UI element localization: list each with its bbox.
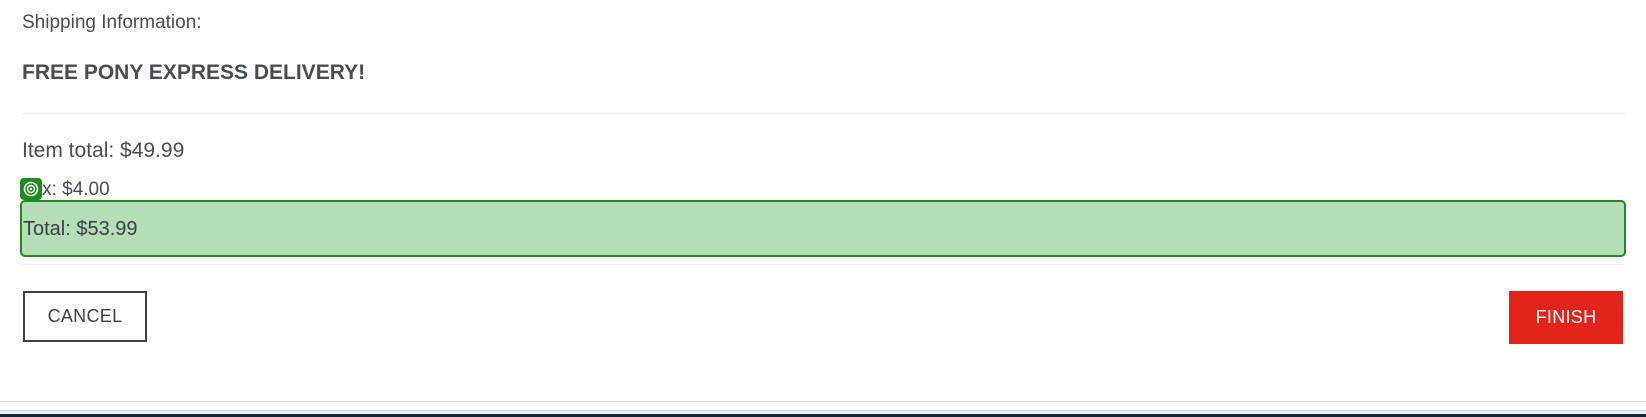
cancel-button[interactable]: CANCEL [23,291,147,342]
target-icon [23,181,39,197]
footer-divider [0,401,1646,402]
shipping-info-label: Shipping Information: [22,12,202,33]
finish-button[interactable]: FINISH [1509,291,1623,344]
checkout-overview-page: Shipping Information: FREE PONY EXPRESS … [0,0,1646,417]
target-badge [20,178,42,200]
shipping-info-value: FREE PONY EXPRESS DELIVERY! [22,61,366,84]
item-total-label: Item total: $49.99 [22,139,185,162]
element-highlight-box [20,200,1626,257]
total-label: Total: $53.99 [23,218,138,240]
divider [22,113,1625,114]
divider [22,264,1625,265]
